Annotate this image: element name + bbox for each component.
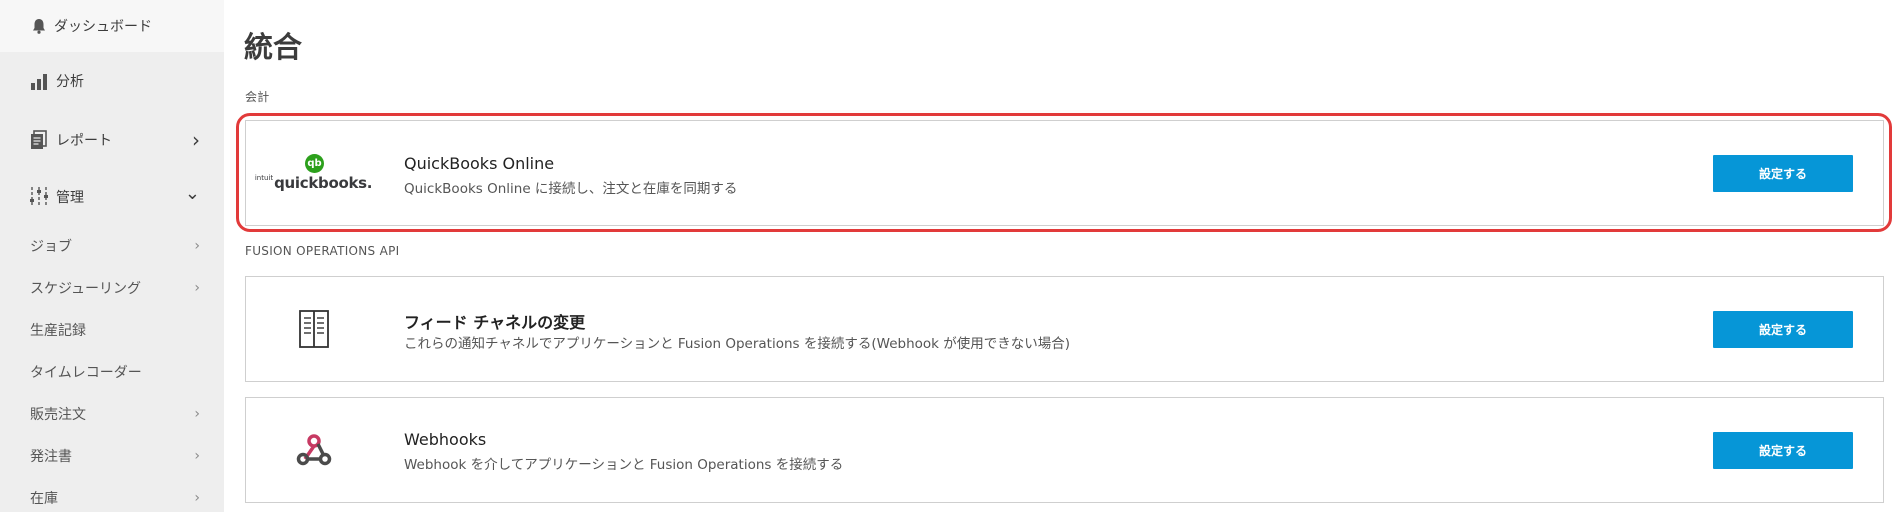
chevron-right-icon: › [194,238,200,254]
sidebar-item-label: 在庫 [30,491,58,507]
integration-card-feed-channel: フィード チャネルの変更 これらの通知チャネルでアプリケーションと Fusion… [245,276,1884,382]
sidebar-item-label: 販売注文 [30,407,86,423]
integration-name: QuickBooks Online [404,154,555,173]
sidebar-subitem-production-records[interactable]: 生産記録 [0,313,224,347]
sidebar-item-label: 生産記録 [30,323,86,339]
sidebar-item-reports[interactable]: レポート › [0,120,224,160]
bar-chart-icon [28,70,50,92]
webhook-icon [246,398,381,502]
page-title: 統合 [244,30,303,64]
sidebar-item-label: 分析 [56,74,84,90]
sidebar-item-manage[interactable]: 管理 ⌄ [0,177,224,217]
sidebar-item-label: ジョブ [30,239,72,255]
book-icon [246,277,381,381]
chevron-right-icon: › [194,406,200,422]
sidebar-item-dashboard[interactable]: ダッシュボード [0,0,224,52]
integration-description: これらの通知チャネルでアプリケーションと Fusion Operations を… [404,336,1071,352]
section-label-fusion-operations-api: FUSION OPERATIONS API [245,244,400,258]
sidebar-item-label: ダッシュボード [54,19,152,35]
configure-quickbooks-button[interactable]: 設定する [1713,155,1853,192]
sidebar-subitem-inventory[interactable]: 在庫 › [0,481,224,512]
integration-card-quickbooks: qb intuit quickbooks. QuickBooks Online … [245,120,1884,226]
bell-icon [28,15,50,37]
sidebar-item-label: スケジューリング [30,281,142,297]
section-label-accounting: 会計 [245,90,270,104]
sidebar-item-label: 管理 [56,190,84,206]
chevron-down-icon: ⌄ [184,182,200,204]
configure-webhooks-button[interactable]: 設定する [1713,432,1853,469]
configure-feed-channel-button[interactable]: 設定する [1713,311,1853,348]
chevron-right-icon: › [194,280,200,296]
quickbooks-logo: qb intuit quickbooks. [246,121,381,225]
sidebar-item-label: レポート [56,133,112,149]
sidebar-subitem-sales-orders[interactable]: 販売注文 › [0,397,224,431]
app-window: ダッシュボード 分析 レポート › 管理 ⌄ ジョブ › スケジューリング › … [0,0,1897,512]
integration-card-webhooks: Webhooks Webhook を介してアプリケーションと Fusion Op… [245,397,1884,503]
sidebar-item-analytics[interactable]: 分析 [0,61,224,101]
report-icon [28,129,50,151]
sidebar-subitem-jobs[interactable]: ジョブ › [0,229,224,263]
integration-name: フィード チャネルの変更 [404,313,586,332]
sidebar-subitem-time-recorder[interactable]: タイムレコーダー [0,355,224,389]
chevron-right-icon: › [192,128,200,152]
chevron-right-icon: › [194,448,200,464]
sidebar-item-label: 発注書 [30,449,72,465]
sidebar-item-label: タイムレコーダー [30,365,142,381]
sliders-icon [28,186,50,208]
main-content: 統合 会計 qb intuit quickbooks. QuickBooks O… [224,0,1897,512]
sidebar: ダッシュボード 分析 レポート › 管理 ⌄ ジョブ › スケジューリング › … [0,0,224,512]
integration-name: Webhooks [404,430,487,449]
intuit-label: intuit [254,174,274,182]
sidebar-subitem-scheduling[interactable]: スケジューリング › [0,271,224,305]
integration-description: QuickBooks Online に接続し、注文と在庫を同期する [404,181,738,197]
chevron-right-icon: › [194,490,200,506]
quickbooks-badge-icon: qb [305,154,324,173]
integration-description: Webhook を介してアプリケーションと Fusion Operations … [404,457,844,473]
quickbooks-wordmark: quickbooks. [274,174,373,192]
sidebar-subitem-purchase-orders[interactable]: 発注書 › [0,439,224,473]
